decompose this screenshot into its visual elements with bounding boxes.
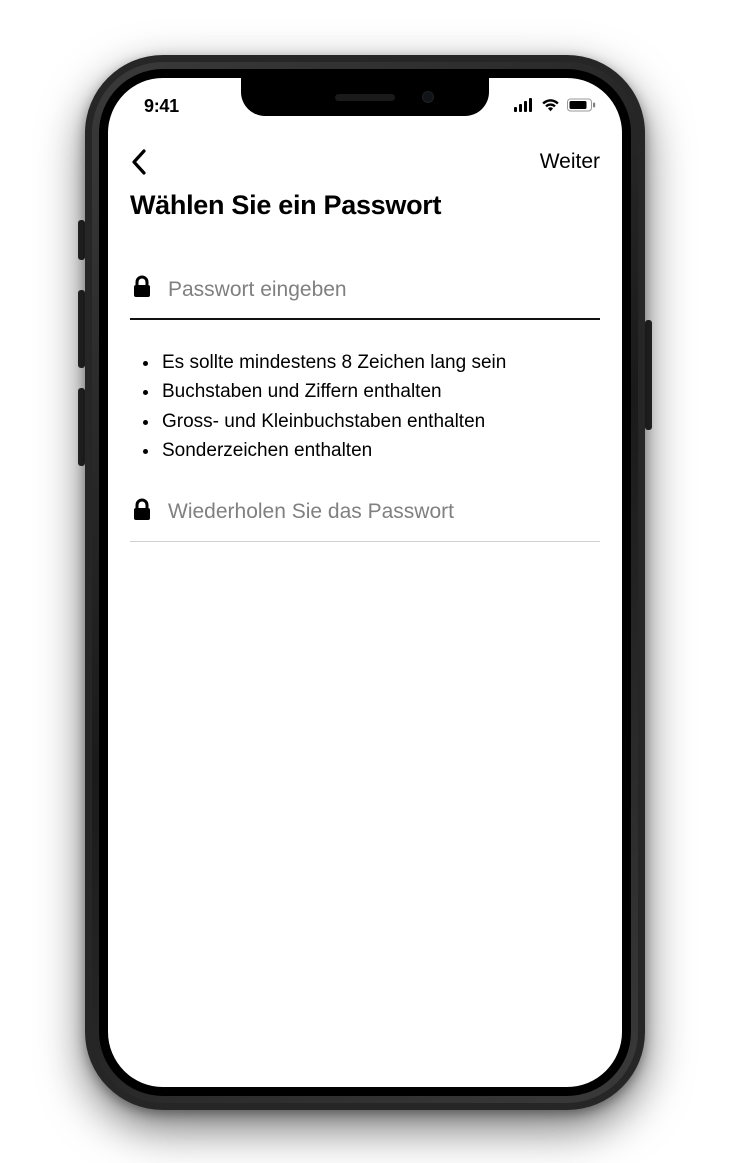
password-field[interactable] [130,269,600,320]
lock-icon [132,498,152,527]
rule-item: Buchstaben und Ziffern enthalten [160,377,600,406]
wifi-icon [541,96,560,117]
battery-icon [567,96,596,117]
repeat-password-field[interactable] [130,492,600,542]
rule-item: Es sollte mindestens 8 Zeichen lang sein [160,348,600,377]
screen: 9:41 [108,78,622,1087]
lock-icon [132,275,152,304]
password-input[interactable] [168,278,598,302]
nav-bar: Weiter [108,136,622,188]
chevron-left-icon [130,148,148,176]
mute-switch [78,220,85,260]
status-time: 9:41 [144,90,179,117]
page-title: Wählen Sie ein Passwort [130,190,600,221]
notch [241,78,489,116]
speaker [335,94,395,101]
front-camera [422,91,434,103]
volume-up-button [78,290,85,368]
volume-down-button [78,388,85,466]
rule-item: Sonderzeichen enthalten [160,436,600,465]
repeat-password-input[interactable] [168,500,598,524]
cellular-icon [514,96,534,117]
back-button[interactable] [130,148,148,176]
power-button [645,320,652,430]
next-button[interactable]: Weiter [540,150,600,174]
rule-item: Gross- und Kleinbuchstaben enthalten [160,407,600,436]
password-rules: Es sollte mindestens 8 Zeichen lang sein… [130,348,600,466]
